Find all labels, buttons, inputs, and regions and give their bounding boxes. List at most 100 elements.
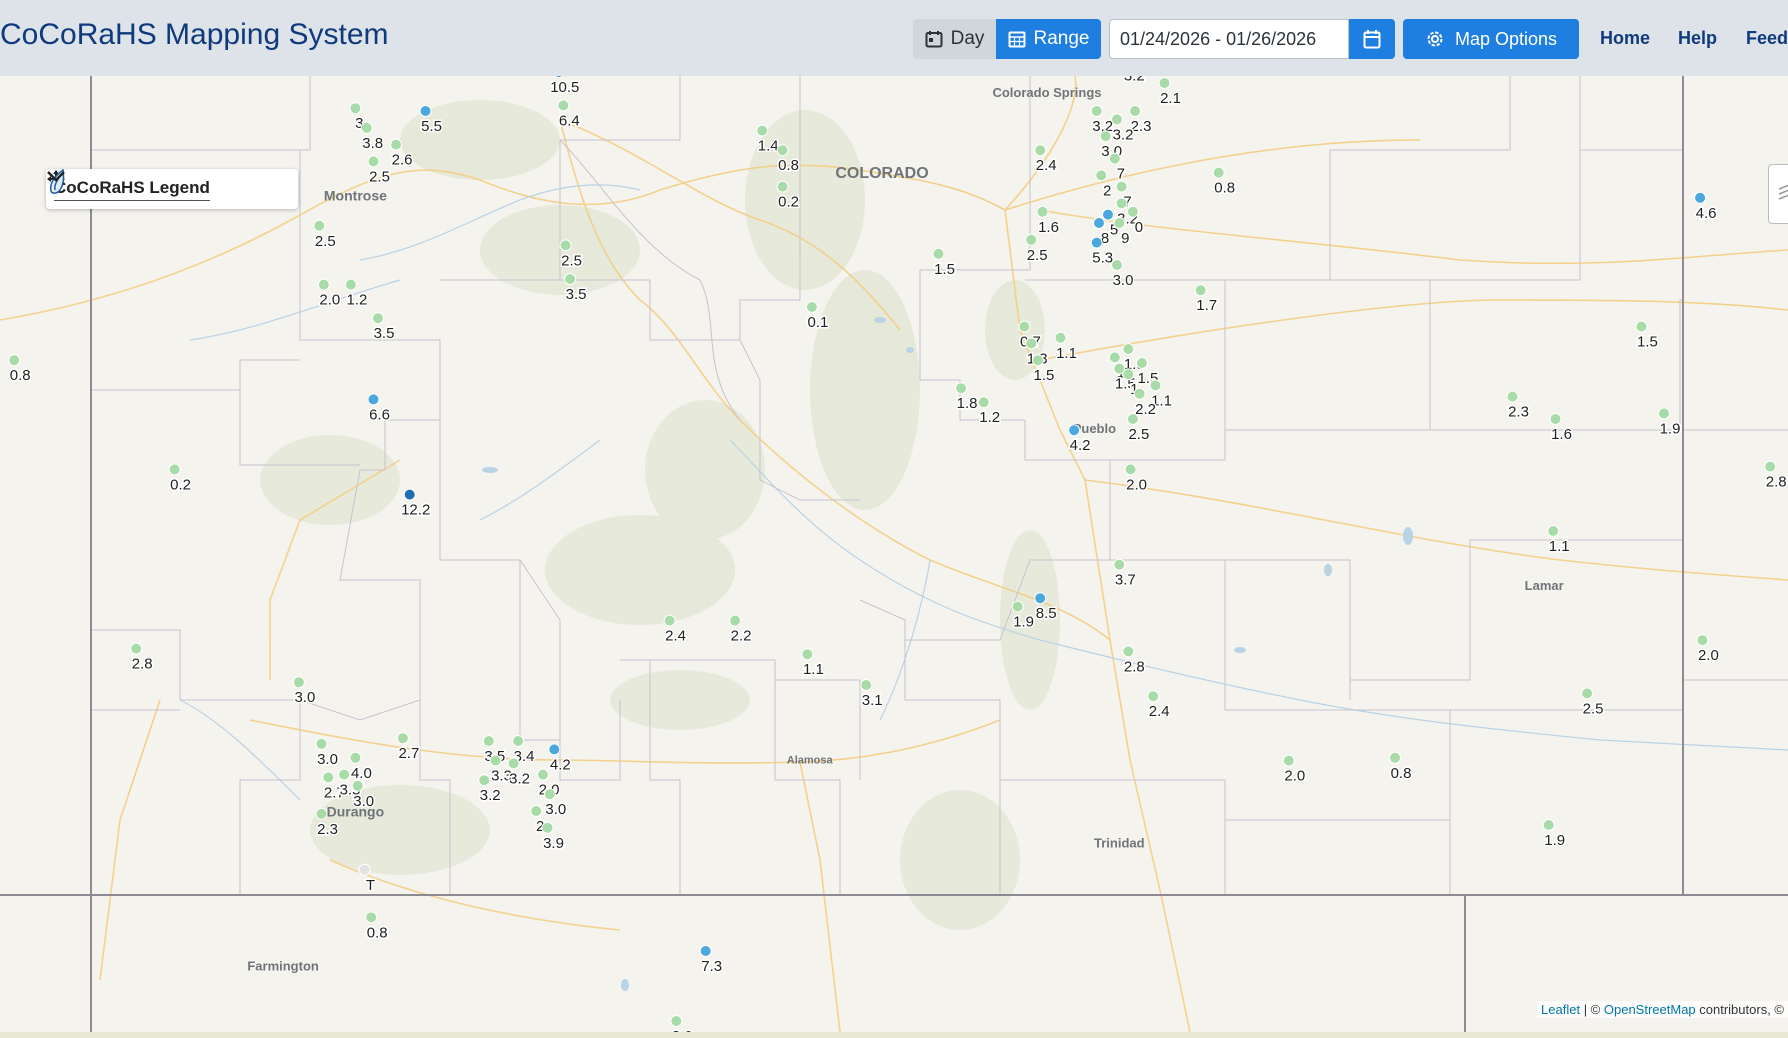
- station-marker[interactable]: [507, 757, 520, 770]
- station-marker[interactable]: [313, 219, 326, 232]
- station-marker[interactable]: [1635, 320, 1648, 333]
- station-marker[interactable]: [805, 301, 818, 313]
- station-marker[interactable]: [801, 648, 814, 661]
- station-marker[interactable]: [1694, 191, 1707, 204]
- station-marker[interactable]: [168, 463, 181, 476]
- station-marker[interactable]: [1108, 351, 1121, 364]
- station-marker[interactable]: [351, 779, 364, 792]
- station-marker[interactable]: [1133, 387, 1146, 400]
- station-marker[interactable]: [557, 99, 570, 112]
- station-marker[interactable]: [1095, 169, 1108, 182]
- station-marker[interactable]: [564, 273, 577, 285]
- station-marker[interactable]: [367, 155, 380, 168]
- osm-link[interactable]: OpenStreetMap: [1604, 1002, 1696, 1017]
- station-marker[interactable]: [541, 821, 554, 834]
- station-marker[interactable]: [1018, 320, 1031, 333]
- station-marker[interactable]: [367, 393, 380, 406]
- station-marker[interactable]: [1090, 236, 1103, 249]
- station-marker[interactable]: [322, 771, 335, 784]
- station-marker[interactable]: [1696, 634, 1709, 647]
- date-range-input[interactable]: [1109, 19, 1349, 59]
- station-marker[interactable]: [1099, 130, 1112, 143]
- station-marker[interactable]: [349, 751, 362, 764]
- station-marker[interactable]: [1031, 354, 1044, 367]
- map-canvas[interactable]: Glenwood SpringsAspenGrand JunctionMontr…: [0, 76, 1788, 1032]
- station-marker[interactable]: [344, 278, 357, 291]
- station-marker[interactable]: [1581, 687, 1594, 700]
- station-marker[interactable]: [390, 138, 403, 151]
- station-marker[interactable]: [1506, 390, 1519, 403]
- station-marker[interactable]: [338, 768, 351, 781]
- station-marker[interactable]: [489, 754, 502, 767]
- station-marker[interactable]: [1135, 357, 1148, 369]
- station-marker[interactable]: [1129, 105, 1142, 117]
- station-marker[interactable]: [1108, 152, 1121, 165]
- station-marker[interactable]: [537, 768, 549, 781]
- station-marker[interactable]: [663, 614, 676, 627]
- date-picker-button[interactable]: [1349, 19, 1395, 59]
- station-marker[interactable]: [559, 239, 572, 252]
- station-marker[interactable]: [396, 732, 409, 745]
- station-marker[interactable]: [1147, 690, 1160, 703]
- station-marker[interactable]: [1542, 819, 1555, 831]
- station-marker[interactable]: [365, 911, 378, 924]
- station-marker[interactable]: [1025, 233, 1038, 246]
- station-marker[interactable]: [1658, 407, 1670, 420]
- station-marker[interactable]: [478, 774, 491, 787]
- station-marker[interactable]: [1194, 284, 1207, 297]
- station-marker[interactable]: [1126, 205, 1139, 218]
- station-marker[interactable]: [699, 945, 712, 957]
- station-marker[interactable]: [1093, 217, 1105, 229]
- legend-control[interactable]: CoCoRaHS Legend: [46, 169, 298, 209]
- station-marker[interactable]: [1212, 166, 1225, 179]
- station-marker[interactable]: [130, 642, 143, 655]
- leaflet-link[interactable]: Leaflet: [1541, 1002, 1580, 1017]
- station-marker[interactable]: [1113, 217, 1126, 229]
- station-marker[interactable]: [1090, 105, 1103, 117]
- station-marker[interactable]: [1282, 754, 1295, 767]
- station-marker[interactable]: [315, 737, 328, 750]
- station-marker[interactable]: [530, 805, 543, 817]
- site-title[interactable]: CoCoRaHS Mapping System: [0, 18, 389, 52]
- station-marker[interactable]: [955, 382, 968, 395]
- station-marker[interactable]: [358, 863, 371, 876]
- station-marker[interactable]: [1111, 113, 1123, 126]
- station-marker[interactable]: [548, 743, 561, 756]
- station-marker[interactable]: [729, 614, 742, 627]
- station-marker[interactable]: [1102, 208, 1114, 221]
- station-marker[interactable]: [1764, 460, 1777, 473]
- station-marker[interactable]: [1547, 525, 1560, 537]
- range-toggle-button[interactable]: Range: [996, 19, 1101, 59]
- station-marker[interactable]: [292, 676, 305, 689]
- station-marker[interactable]: [315, 807, 328, 820]
- station-marker[interactable]: [1068, 424, 1081, 437]
- station-marker[interactable]: [349, 102, 362, 115]
- station-marker[interactable]: [1036, 205, 1049, 218]
- station-marker[interactable]: [1111, 259, 1123, 271]
- station-marker[interactable]: [8, 354, 21, 367]
- station-marker[interactable]: [1113, 558, 1126, 571]
- station-marker[interactable]: [756, 124, 769, 137]
- station-marker[interactable]: [1011, 600, 1024, 613]
- map-options-button[interactable]: Map Options: [1403, 19, 1579, 59]
- station-marker[interactable]: [1549, 413, 1562, 425]
- station-marker[interactable]: [1034, 144, 1047, 157]
- station-marker[interactable]: [1034, 592, 1047, 605]
- station-marker[interactable]: [512, 735, 525, 747]
- nav-help-link[interactable]: Help: [1678, 28, 1717, 49]
- station-marker[interactable]: [419, 105, 432, 117]
- station-marker[interactable]: [1115, 180, 1128, 193]
- station-marker[interactable]: [372, 312, 384, 325]
- station-marker[interactable]: [1122, 368, 1135, 381]
- station-marker[interactable]: [403, 488, 416, 501]
- station-marker[interactable]: [1122, 343, 1135, 355]
- station-marker[interactable]: [1149, 379, 1162, 392]
- station-marker[interactable]: [1025, 337, 1038, 350]
- station-marker[interactable]: [932, 247, 945, 260]
- station-marker[interactable]: [482, 735, 495, 747]
- station-marker[interactable]: [776, 180, 789, 193]
- day-toggle-button[interactable]: Day: [913, 19, 996, 59]
- nav-feedback-link[interactable]: Feedb: [1746, 28, 1788, 49]
- station-marker[interactable]: [670, 1015, 683, 1027]
- nav-home-link[interactable]: Home: [1600, 28, 1650, 49]
